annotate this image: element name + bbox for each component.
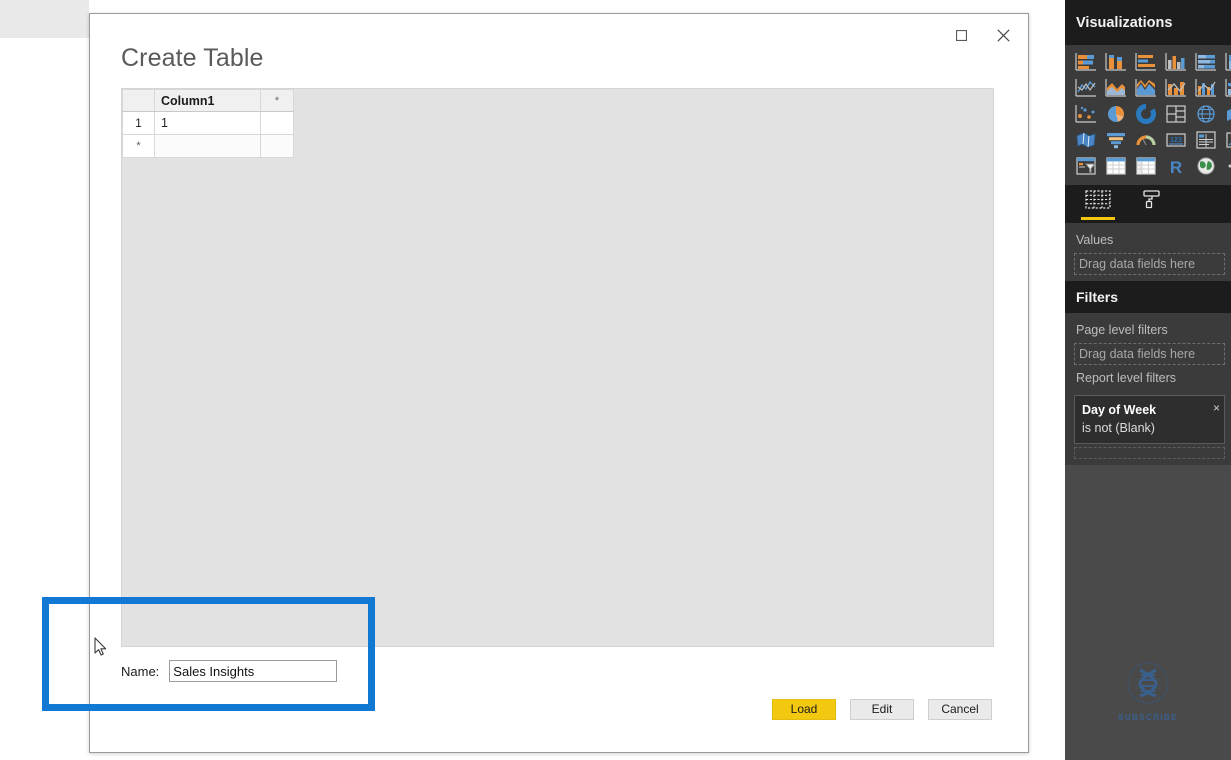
slicer-icon[interactable] bbox=[1074, 155, 1098, 177]
cancel-button[interactable]: Cancel bbox=[928, 699, 992, 720]
more-options-icon[interactable] bbox=[1224, 155, 1231, 177]
grid-cell-new-row-add[interactable] bbox=[260, 134, 294, 158]
donut-chart-icon[interactable] bbox=[1134, 103, 1158, 125]
100-percent-stacked-bar-chart-icon[interactable] bbox=[1194, 51, 1218, 73]
clustered-column-chart-icon[interactable] bbox=[1164, 51, 1188, 73]
fields-grid-icon bbox=[1085, 190, 1111, 214]
values-dropzone[interactable]: Drag data fields here bbox=[1074, 253, 1225, 275]
line-and-stacked-column-chart-icon[interactable] bbox=[1164, 77, 1188, 99]
name-row: Name: bbox=[121, 660, 338, 682]
maximize-icon bbox=[955, 29, 967, 41]
grid-add-column-header[interactable]: * bbox=[260, 89, 294, 112]
area-chart-icon[interactable] bbox=[1104, 77, 1128, 99]
multi-row-card-icon[interactable] bbox=[1194, 129, 1218, 151]
grid-cell-new-row[interactable] bbox=[154, 134, 261, 158]
window-controls bbox=[940, 20, 1024, 50]
card-icon[interactable]: 123 bbox=[1164, 129, 1188, 151]
svg-text:R: R bbox=[1170, 158, 1182, 176]
dna-helix-icon bbox=[1125, 660, 1171, 711]
table-row[interactable]: 1 1 bbox=[122, 111, 294, 135]
clustered-bar-chart-icon[interactable] bbox=[1134, 51, 1158, 73]
grid-column-header-column1[interactable]: Column1 bbox=[154, 89, 261, 112]
visualizations-header: Visualizations bbox=[1065, 0, 1231, 45]
table-data-area[interactable]: Column1 * 1 1 * bbox=[121, 88, 994, 647]
load-button[interactable]: Load bbox=[772, 699, 836, 720]
grid-header-row: Column1 * bbox=[122, 89, 294, 112]
filters-section: Page level filters Drag data fields here… bbox=[1065, 313, 1231, 465]
filter-card-day-of-week[interactable]: Day of Week is not (Blank) × bbox=[1074, 395, 1225, 444]
edit-button[interactable]: Edit bbox=[850, 699, 914, 720]
svg-text:123: 123 bbox=[1170, 137, 1182, 144]
values-section: Values Drag data fields here bbox=[1065, 223, 1231, 281]
arcgis-map-icon[interactable] bbox=[1194, 155, 1218, 177]
values-label: Values bbox=[1076, 233, 1114, 247]
ribbon-chart-icon[interactable] bbox=[1224, 77, 1231, 99]
background-top-strip bbox=[0, 0, 89, 39]
stacked-column-chart-icon[interactable] bbox=[1104, 51, 1128, 73]
visualizations-panel: Visualizations 123 R Values Drag data fi… bbox=[1065, 0, 1231, 760]
funnel-chart-icon[interactable] bbox=[1104, 129, 1128, 151]
filter-card-condition: is not (Blank) bbox=[1082, 421, 1155, 435]
shape-map-icon[interactable] bbox=[1074, 129, 1098, 151]
tab-fields-underline bbox=[1081, 217, 1115, 220]
watermark-text: SUBSCRIBE bbox=[1118, 713, 1178, 722]
grid-row-header-1[interactable]: 1 bbox=[122, 111, 155, 135]
100-percent-stacked-column-chart-icon[interactable] bbox=[1224, 51, 1231, 73]
close-button[interactable] bbox=[982, 20, 1024, 50]
scatter-chart-icon[interactable] bbox=[1074, 103, 1098, 125]
pie-chart-icon[interactable] bbox=[1104, 103, 1128, 125]
grid-cell-r1-add[interactable] bbox=[260, 111, 294, 135]
screen-root: Create Table Column1 * 1 1 * Name: Sales… bbox=[0, 0, 1231, 760]
visualizations-tabs bbox=[1065, 185, 1231, 223]
dialog-footer-buttons: Load Edit Cancel bbox=[772, 699, 992, 720]
maximize-button[interactable] bbox=[940, 20, 982, 50]
filter-card-title: Day of Week bbox=[1082, 403, 1157, 417]
table-name-input[interactable] bbox=[169, 660, 338, 682]
gauge-icon[interactable] bbox=[1134, 129, 1158, 151]
treemap-icon[interactable] bbox=[1164, 103, 1188, 125]
kpi-icon[interactable]: A bbox=[1224, 129, 1231, 151]
tab-format-underline bbox=[1135, 217, 1169, 220]
name-label: Name: bbox=[121, 663, 160, 679]
table-icon[interactable] bbox=[1104, 155, 1128, 177]
paint-roller-icon bbox=[1140, 189, 1164, 214]
grid-cell-r1c1[interactable]: 1 bbox=[154, 111, 261, 135]
matrix-icon[interactable] bbox=[1134, 155, 1158, 177]
report-level-filters-label: Report level filters bbox=[1076, 371, 1177, 385]
page-level-filters-dropzone[interactable]: Drag data fields here bbox=[1074, 343, 1225, 365]
line-and-clustered-column-chart-icon[interactable] bbox=[1194, 77, 1218, 99]
create-table-grid[interactable]: Column1 * 1 1 * bbox=[122, 89, 294, 158]
stacked-bar-chart-icon[interactable] bbox=[1074, 51, 1098, 73]
table-row[interactable]: * bbox=[122, 134, 294, 158]
filter-remove-icon[interactable]: × bbox=[1213, 401, 1220, 415]
visualizations-title: Visualizations bbox=[1076, 14, 1173, 31]
filters-header: Filters bbox=[1065, 281, 1231, 313]
filter-empty-dropzone[interactable] bbox=[1074, 447, 1225, 459]
page-level-filters-label: Page level filters bbox=[1076, 323, 1168, 337]
r-script-visual-icon[interactable]: R bbox=[1164, 155, 1188, 177]
subscribe-watermark: SUBSCRIBE bbox=[1065, 660, 1231, 722]
filled-map-icon[interactable] bbox=[1224, 103, 1231, 125]
tab-format[interactable] bbox=[1135, 188, 1169, 220]
line-chart-icon[interactable] bbox=[1074, 77, 1098, 99]
filters-title: Filters bbox=[1076, 289, 1119, 305]
grid-new-row-header[interactable]: * bbox=[122, 134, 155, 158]
visualization-type-grid: 123 A bbox=[1065, 45, 1231, 185]
tab-fields[interactable] bbox=[1081, 188, 1115, 220]
dialog-title: Create Table bbox=[121, 44, 264, 72]
stacked-area-chart-icon[interactable] bbox=[1134, 77, 1158, 99]
close-icon bbox=[996, 28, 1010, 42]
create-table-dialog: Create Table Column1 * 1 1 * Name: Sales… bbox=[89, 13, 1029, 753]
grid-corner-header[interactable] bbox=[122, 89, 155, 112]
map-icon[interactable] bbox=[1194, 103, 1218, 125]
